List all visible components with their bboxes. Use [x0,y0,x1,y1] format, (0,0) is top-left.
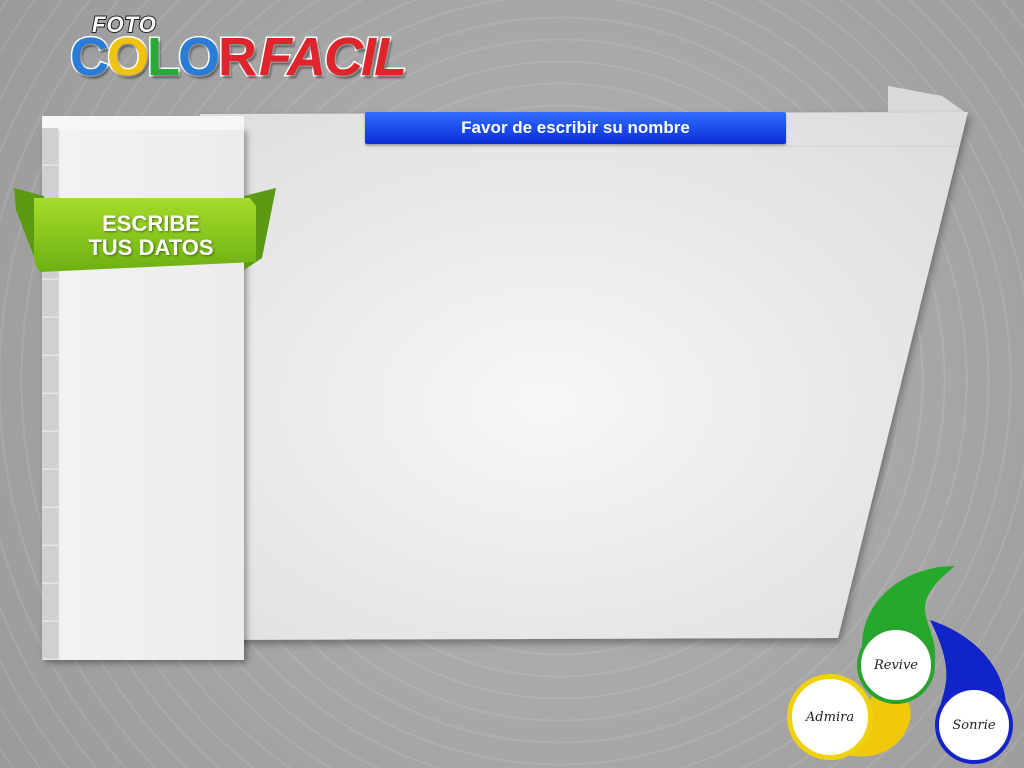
admira-badge: Admira [787,674,873,760]
revive-badge: Revive [857,626,935,704]
sonrie-badge: Sonrie [935,686,1013,764]
